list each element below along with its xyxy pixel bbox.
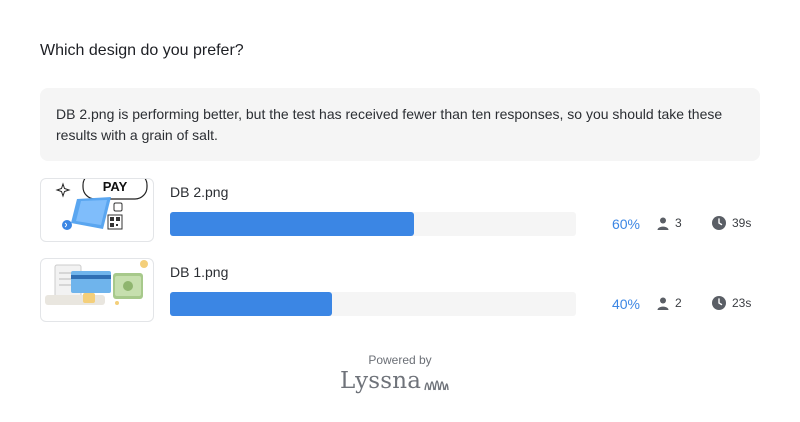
money-card-icon (45, 260, 148, 305)
result-percent: 40% (611, 296, 640, 312)
average-time-value: 39s (732, 216, 752, 230)
design-thumbnail[interactable]: PAY (40, 178, 154, 242)
user-icon (657, 217, 669, 230)
logo-mark-icon (424, 380, 449, 391)
result-row: PAY DB 2.png 60% 3 39s (40, 178, 760, 242)
responses-count: 3 (657, 215, 682, 231)
result-percent: 60% (611, 216, 640, 232)
result-row: DB 1.png 40% 2 23s (40, 258, 760, 322)
results-page: Which design do you prefer? DB 2.png is … (0, 0, 800, 422)
user-icon (657, 297, 669, 310)
average-time-value: 23s (732, 296, 752, 310)
clock-icon (712, 296, 726, 310)
responses-value: 3 (675, 216, 682, 230)
responses-count: 2 (657, 295, 682, 311)
brand-name: Lyssna (340, 368, 422, 394)
result-bar-track (170, 212, 576, 236)
results-notice: DB 2.png is performing better, but the t… (40, 88, 760, 161)
lyssna-logo[interactable]: Lyssna (340, 364, 460, 398)
design-name: DB 2.png (170, 184, 229, 200)
question-title: Which design do you prefer? (40, 42, 244, 59)
payment-card-icon: PAY (55, 179, 148, 230)
result-bar-track (170, 292, 576, 316)
thumbnail-pay-text: PAY (103, 179, 128, 194)
design-thumbnail[interactable] (40, 258, 154, 322)
average-time: 23s (712, 295, 751, 311)
result-bar-fill (170, 212, 414, 236)
average-time: 39s (712, 215, 751, 231)
result-bar-fill (170, 292, 333, 316)
design-name: DB 1.png (170, 264, 229, 280)
responses-value: 2 (675, 296, 682, 310)
clock-icon (712, 216, 726, 230)
